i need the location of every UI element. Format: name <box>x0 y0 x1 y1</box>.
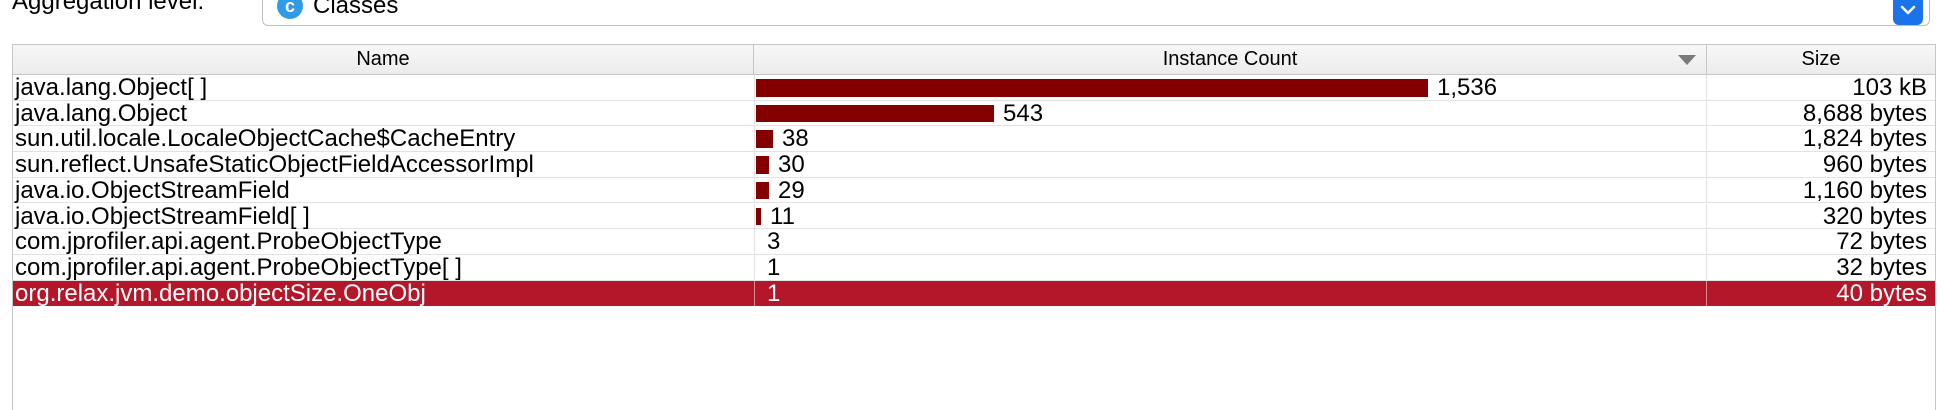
column-header-name[interactable]: Name <box>13 45 754 74</box>
instance-count-bar <box>756 104 994 123</box>
table-row[interactable]: java.io.ObjectStreamField[ ] 11 320 bytes <box>13 202 1935 230</box>
instance-count-cell: 30 <box>754 152 1707 178</box>
instance-count-bar <box>756 207 761 226</box>
instance-count-bar <box>756 79 1428 97</box>
size-cell: 40 bytes <box>1836 279 1927 307</box>
instance-count-cell: 543 <box>754 99 1707 127</box>
column-header-size[interactable]: Size <box>1707 45 1935 74</box>
instance-count-cell: 3 <box>754 229 1707 255</box>
class-name-cell: java.io.ObjectStreamField[ ] <box>15 202 310 230</box>
instance-count-bar <box>756 181 769 200</box>
instance-count-cell: 38 <box>754 125 1707 153</box>
class-icon: c <box>277 0 303 19</box>
column-header-instance-count[interactable]: Instance Count <box>754 45 1707 74</box>
aggregation-level-select[interactable]: c Classes <box>262 0 1930 26</box>
size-cell: 72 bytes <box>1836 228 1927 256</box>
table-row[interactable]: com.jprofiler.api.agent.ProbeObjectType[… <box>13 255 1935 281</box>
aggregation-level-label: Aggregation level: <box>12 0 205 15</box>
table-row[interactable]: sun.reflect.UnsafeStaticObjectFieldAcces… <box>13 152 1935 178</box>
instance-count-label: 11 <box>770 202 795 230</box>
instance-count-cell: 1 <box>754 279 1707 307</box>
chevron-down-icon[interactable] <box>1893 0 1923 25</box>
size-cell: 103 kB <box>1852 74 1927 101</box>
class-name-cell: sun.reflect.UnsafeStaticObjectFieldAcces… <box>15 151 534 179</box>
column-header-instance-count-label: Instance Count <box>1162 48 1298 70</box>
aggregation-level-value: Classes <box>313 0 399 19</box>
size-cell: 320 bytes <box>1822 202 1927 230</box>
class-name-cell: com.jprofiler.api.agent.ProbeObjectType <box>15 228 442 256</box>
sort-descending-icon <box>1678 55 1696 65</box>
size-cell: 32 bytes <box>1836 253 1927 281</box>
classes-table: Name Instance Count Size java.lang.Objec… <box>12 44 1936 410</box>
class-name-cell: sun.util.locale.LocaleObjectCache$CacheE… <box>15 125 516 153</box>
table-row[interactable]: sun.util.locale.LocaleObjectCache$CacheE… <box>13 125 1935 153</box>
instance-count-cell: 1 <box>754 255 1707 281</box>
instance-count-label: 543 <box>1003 99 1044 127</box>
class-name-cell: com.jprofiler.api.agent.ProbeObjectType[… <box>15 253 462 281</box>
instance-count-label: 1 <box>767 279 781 307</box>
table-header: Name Instance Count Size <box>13 45 1935 75</box>
table-row[interactable]: java.io.ObjectStreamField 29 1,160 bytes <box>13 178 1935 204</box>
size-cell: 960 bytes <box>1822 151 1927 179</box>
column-header-name-label: Name <box>356 48 410 70</box>
instance-count-cell: 11 <box>754 202 1707 230</box>
instance-count-label: 1 <box>767 253 781 281</box>
instance-count-label: 38 <box>782 125 809 153</box>
instance-count-cell: 29 <box>754 178 1707 204</box>
table-row[interactable]: com.jprofiler.api.agent.ProbeObjectType 3… <box>13 229 1935 255</box>
class-name-cell: java.lang.Object <box>15 99 188 127</box>
instance-count-bar <box>756 156 769 174</box>
class-name-cell: java.io.ObjectStreamField <box>15 176 290 204</box>
size-cell: 8,688 bytes <box>1802 99 1927 127</box>
table-row[interactable]: java.lang.Object[ ] 1,536 103 kB <box>13 75 1935 101</box>
table-row[interactable]: java.lang.Object 543 8,688 bytes <box>13 99 1935 127</box>
column-header-size-label: Size <box>1801 48 1841 70</box>
instance-count-label: 30 <box>778 151 805 179</box>
instance-count-label: 1,536 <box>1437 74 1498 101</box>
instance-count-cell: 1,536 <box>754 75 1707 101</box>
heap-walker-classes-view: Aggregation level: c Classes Name Instan… <box>0 0 1946 410</box>
instance-count-label: 29 <box>778 176 805 204</box>
class-name-cell: java.lang.Object[ ] <box>15 74 208 101</box>
aggregation-level-bar: Aggregation level: c Classes <box>0 0 1946 34</box>
instance-count-bar <box>756 130 773 149</box>
size-cell: 1,824 bytes <box>1802 125 1927 153</box>
size-cell: 1,160 bytes <box>1802 176 1927 204</box>
instance-count-label: 3 <box>767 228 781 256</box>
table-row[interactable]: org.relax.jvm.demo.objectSize.OneObj 1 40 … <box>13 279 1935 307</box>
class-name-cell: org.relax.jvm.demo.objectSize.OneObj <box>15 279 426 307</box>
